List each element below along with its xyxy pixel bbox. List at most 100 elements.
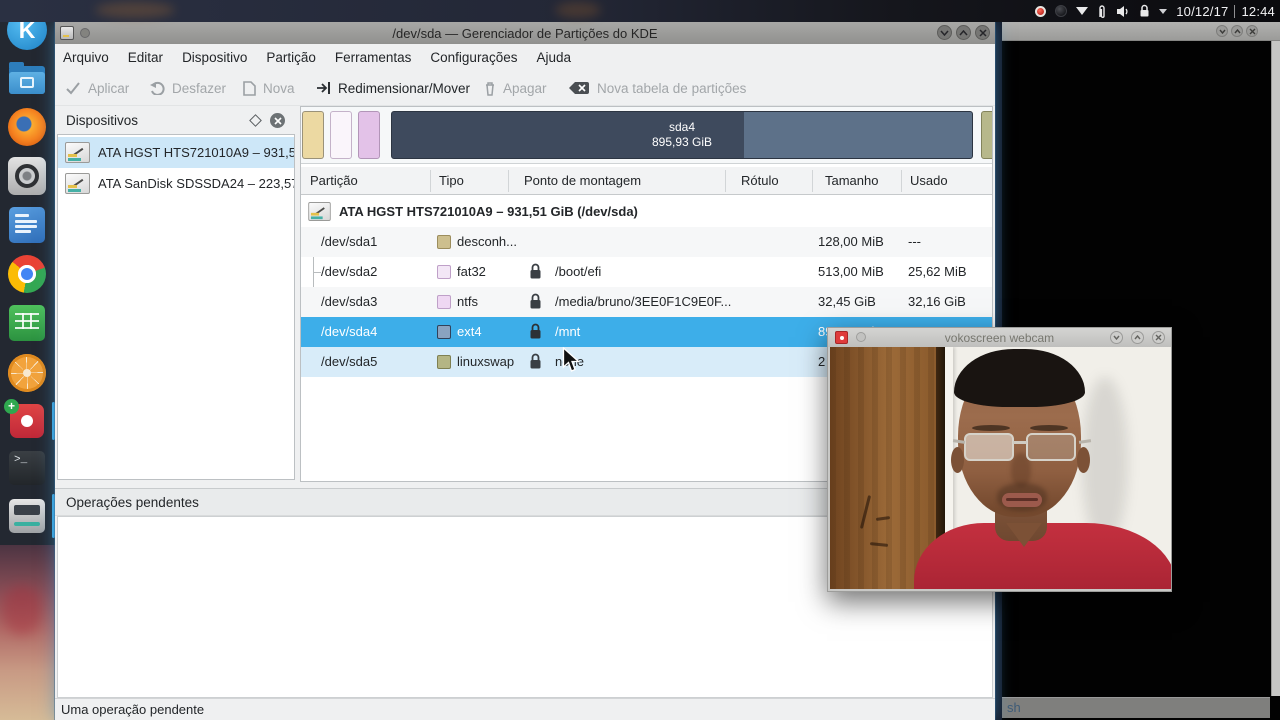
scrollbar[interactable]	[1271, 41, 1280, 696]
maximize-icon[interactable]	[956, 25, 971, 40]
fs-color-swatch	[437, 355, 451, 369]
undo-icon	[150, 81, 165, 95]
partition-segment-sda5[interactable]	[981, 111, 992, 159]
close-icon[interactable]	[1246, 25, 1258, 37]
hard-drive-icon	[65, 173, 90, 194]
col-tamanho[interactable]: Tamanho	[825, 173, 878, 188]
lock-icon	[529, 323, 542, 343]
fs-color-swatch	[437, 265, 451, 279]
system-tray: 10/12/17 12:44	[1035, 0, 1275, 22]
device-item-sandisk[interactable]: ATA SanDisk SDSSDA24 – 223,57...	[58, 168, 294, 199]
partition-segment-sda3[interactable]	[358, 111, 380, 159]
fs-color-swatch	[437, 295, 451, 309]
close-icon[interactable]	[1152, 331, 1165, 344]
clock-date: 10/12/17	[1176, 3, 1229, 19]
lock-icon	[529, 353, 542, 373]
col-usado[interactable]: Usado	[910, 173, 948, 188]
devices-panel-header: Dispositivos	[57, 108, 295, 134]
float-panel-icon[interactable]	[249, 114, 262, 127]
col-ponto[interactable]: Ponto de montagem	[524, 173, 641, 188]
menu-arquivo[interactable]: Arquivo	[63, 50, 109, 65]
mouse-cursor	[562, 346, 581, 379]
record-icon[interactable]	[1035, 5, 1047, 17]
devices-list: ATA HGST HTS721010A9 – 931,5... ATA SanD…	[57, 134, 295, 480]
resize-move-icon	[317, 82, 330, 94]
menu-configuracoes[interactable]: Configurações	[430, 50, 517, 65]
spreadsheet-icon[interactable]	[7, 303, 47, 343]
panel-clock[interactable]: 10/12/17 12:44	[1176, 4, 1275, 19]
person-hair	[954, 349, 1085, 407]
col-rotulo[interactable]: Rótulo	[741, 173, 779, 188]
shell-status-text: sh	[1007, 700, 1021, 715]
table-row-sda3[interactable]: /dev/sda3 ntfs /media/bruno/3EE0F1C9E0F.…	[301, 287, 992, 317]
backspace-erase-icon	[569, 82, 589, 94]
word-processor-icon[interactable]	[7, 205, 47, 245]
file-manager-icon[interactable]	[7, 60, 47, 100]
dark-sphere-icon[interactable]	[1055, 5, 1068, 17]
new-partition-table-button[interactable]: Nova tabela de partições	[568, 70, 746, 106]
partition-segment-sda1[interactable]	[302, 111, 324, 159]
vokoscreen-icon[interactable]: +	[4, 399, 47, 441]
pending-operations-title: Operações pendentes	[66, 495, 199, 510]
minimize-icon[interactable]	[1216, 25, 1228, 37]
chrome-icon[interactable]	[7, 254, 47, 294]
trash-icon	[486, 81, 494, 96]
col-tipo[interactable]: Tipo	[439, 173, 464, 188]
hard-drive-icon	[65, 142, 90, 163]
table-row-sda1[interactable]: /dev/sda1 desconh... 128,00 MiB ---	[301, 227, 992, 257]
segment-name: sda4	[668, 120, 696, 134]
undo-button[interactable]: Desfazer	[149, 70, 226, 106]
table-row-root[interactable]: ATA HGST HTS721010A9 – 931,51 GiB (/dev/…	[301, 197, 992, 227]
menu-editar[interactable]: Editar	[128, 50, 163, 65]
maximize-icon[interactable]	[1131, 331, 1144, 344]
window-titlebar[interactable]: /dev/sda — Gerenciador de Partições do K…	[55, 22, 995, 44]
webcam-window[interactable]: vokoscreen webcam	[827, 327, 1172, 592]
clipboard-paperclip-icon[interactable]	[1097, 4, 1107, 19]
device-item-hgst[interactable]: ATA HGST HTS721010A9 – 931,5...	[58, 137, 294, 168]
background-window-titlebar[interactable]	[1002, 22, 1280, 41]
fs-color-swatch	[437, 235, 451, 249]
network-triangle-icon[interactable]	[1076, 7, 1089, 15]
window-title: /dev/sda — Gerenciador de Partições do K…	[392, 25, 658, 41]
table-header: Partição Tipo Ponto de montagem Rótulo T…	[301, 167, 992, 195]
clock-time: 12:44	[1241, 3, 1275, 19]
webcam-titlebar[interactable]: vokoscreen webcam	[828, 328, 1171, 347]
partition-segment-sda4[interactable]: sda4 895,93 GiB	[391, 111, 973, 159]
maximize-icon[interactable]	[1231, 25, 1243, 37]
firefox-icon[interactable]	[7, 107, 47, 147]
menu-dispositivo[interactable]: Dispositivo	[182, 50, 247, 65]
partition-segment-sda2[interactable]	[330, 111, 352, 159]
apply-button[interactable]: Aplicar	[65, 70, 129, 106]
minimize-icon[interactable]	[937, 25, 952, 40]
desktop: sh /dev/sda — Gerenciador de Partições d…	[0, 0, 1280, 720]
lock-icon[interactable]	[1139, 4, 1150, 18]
new-partition-button[interactable]: Nova	[243, 70, 295, 106]
hard-drive-icon	[308, 202, 331, 221]
devices-panel-title: Dispositivos	[66, 113, 139, 128]
table-row-sda2[interactable]: /dev/sda2 fat32 /boot/efi 513,00 MiB 25,…	[301, 257, 992, 287]
volume-icon[interactable]	[1116, 5, 1130, 18]
col-particao[interactable]: Partição	[310, 173, 358, 188]
segment-size: 895,93 GiB	[651, 135, 713, 149]
new-document-icon	[243, 80, 256, 96]
menu-ferramentas[interactable]: Ferramentas	[335, 50, 412, 65]
partition-bar: sda4 895,93 GiB	[301, 107, 992, 164]
toolbar: Aplicar Desfazer Nova Redimensionar/Move…	[55, 70, 995, 106]
delete-button[interactable]: Apagar	[484, 70, 547, 106]
wallpaper	[0, 545, 55, 720]
menu-ajuda[interactable]: Ajuda	[536, 50, 571, 65]
minimize-icon[interactable]	[1110, 331, 1123, 344]
terminal-icon[interactable]: >_	[7, 448, 47, 488]
webcam-feed	[830, 347, 1171, 589]
expand-caret-icon[interactable]	[1159, 8, 1168, 14]
orange-music-icon[interactable]	[7, 353, 47, 393]
media-wheel-icon[interactable]	[7, 156, 47, 196]
status-bar: Uma operação pendente	[55, 698, 995, 720]
menu-particao[interactable]: Partição	[266, 50, 316, 65]
close-panel-icon[interactable]	[270, 113, 285, 128]
dock: K + >_	[0, 0, 55, 545]
close-icon[interactable]	[975, 25, 990, 40]
resize-move-button[interactable]: Redimensionar/Mover	[316, 70, 470, 106]
partition-manager-icon[interactable]	[7, 496, 47, 536]
menu-bar: Arquivo Editar Dispositivo Partição Ferr…	[55, 44, 995, 70]
